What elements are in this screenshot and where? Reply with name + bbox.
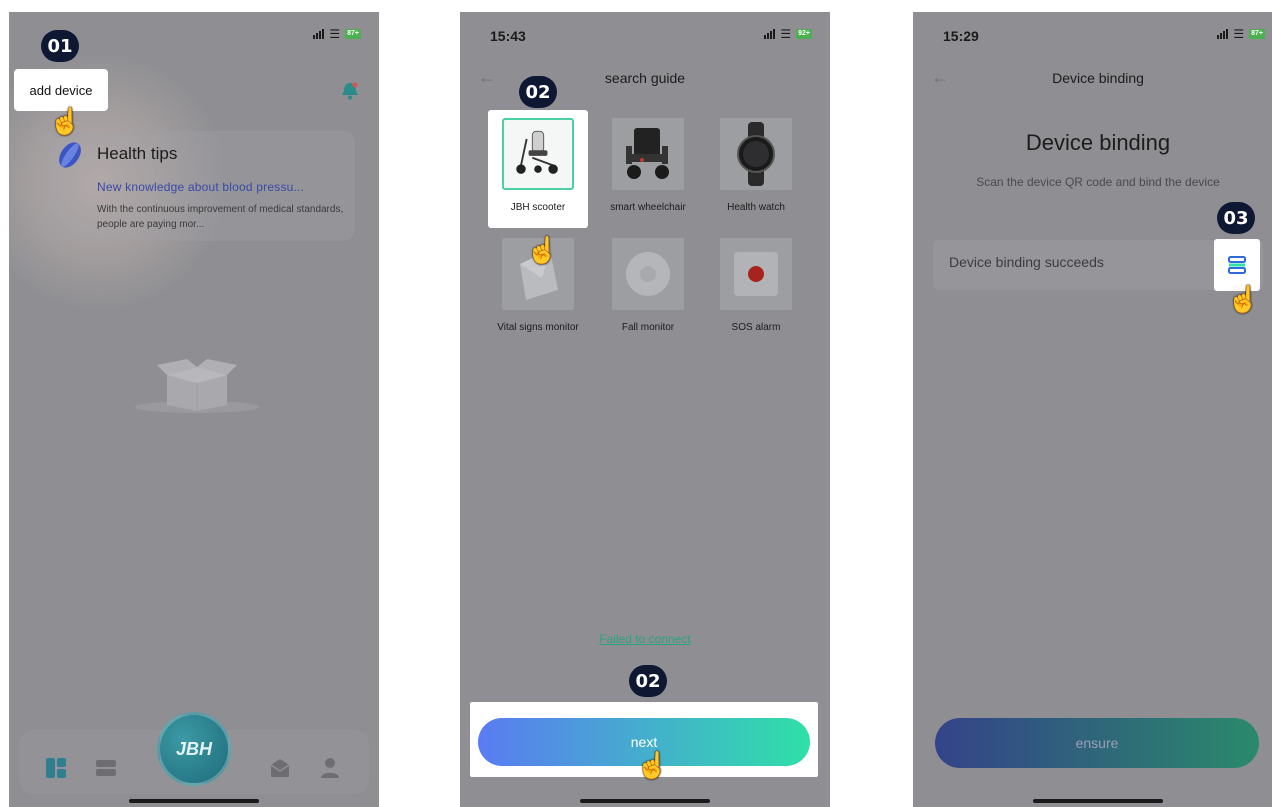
- tap-hand-icon: ☝: [49, 106, 82, 136]
- home-indicator: [129, 799, 259, 803]
- wifi-icon: ☰: [1233, 27, 1245, 41]
- status-time: 15:43: [490, 28, 526, 44]
- jbh-center-button[interactable]: JBH: [157, 712, 231, 786]
- health-tips-icon: [59, 142, 81, 168]
- phone-screen-search-guide: 15:43 ☰ 92+ ← search guide 02 JBH scoote…: [460, 12, 830, 807]
- device-option-watch[interactable]: Health watch: [706, 110, 806, 228]
- wifi-icon: ☰: [780, 27, 792, 41]
- wheelchair-image: [612, 118, 684, 190]
- scan-icon: [1228, 256, 1246, 274]
- message-icon[interactable]: [269, 757, 291, 779]
- device-option-fall-monitor[interactable]: Fall monitor: [598, 230, 698, 348]
- health-tips-title: Health tips: [97, 144, 178, 163]
- system-icons: ☰ 87+: [313, 27, 361, 41]
- binding-status-text: Device binding succeeds: [949, 254, 1104, 270]
- bell-icon[interactable]: [339, 80, 361, 102]
- step-badge: 02: [629, 665, 667, 697]
- signal-icon: [764, 29, 776, 39]
- home-indicator: [580, 799, 710, 803]
- add-device-button[interactable]: add device: [14, 69, 108, 111]
- tap-hand-icon: ☝: [1227, 284, 1260, 314]
- status-bar: 15:43 ☰ 92+: [460, 28, 830, 48]
- device-option-wheelchair[interactable]: smart wheelchair: [598, 110, 698, 228]
- health-tips-headline[interactable]: New knowledge about blood pressu...: [97, 180, 304, 194]
- device-label: SOS alarm: [731, 322, 781, 333]
- battery-icon: 92+: [796, 29, 812, 39]
- scooter-image: [502, 118, 574, 190]
- tap-hand-icon: ☝: [526, 235, 559, 265]
- wifi-icon: ☰: [329, 27, 341, 41]
- battery-icon: 87+: [1249, 29, 1265, 39]
- failed-to-connect-link[interactable]: Failed to connect: [460, 632, 830, 646]
- device-label: Vital signs monitor: [497, 322, 579, 333]
- health-tips-body: With the continuous improvement of medic…: [97, 204, 344, 230]
- device-option-sos-alarm[interactable]: SOS alarm: [706, 230, 806, 348]
- device-label: smart wheelchair: [610, 202, 686, 213]
- signal-icon: [1217, 29, 1229, 39]
- page-title: search guide: [604, 70, 686, 86]
- step-badge: 02: [519, 76, 557, 108]
- phone-screen-device-binding: 15:29 ☰ 87+ ← Device binding Device bind…: [913, 12, 1272, 807]
- profile-icon[interactable]: [319, 757, 341, 779]
- sos-alarm-image: [720, 238, 792, 310]
- system-icons: ☰ 92+: [764, 27, 812, 41]
- empty-box-illustration: [135, 359, 259, 413]
- status-bar: 15:29 ☰ 87+: [913, 28, 1272, 48]
- page-title: Device binding: [1052, 70, 1144, 86]
- signal-icon: [313, 29, 325, 39]
- binding-subtitle: Scan the device QR code and bind the dev…: [976, 175, 1220, 189]
- status-time: 15:29: [943, 28, 979, 44]
- device-option-scooter[interactable]: JBH scooter: [488, 110, 588, 228]
- fall-monitor-image: [612, 238, 684, 310]
- device-label: Health watch: [727, 202, 785, 213]
- home-icon[interactable]: [45, 757, 67, 779]
- binding-heading: Device binding: [1025, 130, 1171, 155]
- watch-image: [720, 118, 792, 190]
- ensure-button[interactable]: ensure: [935, 718, 1259, 768]
- phone-screen-home: ☰ 87+ 01 add device ☝ Health tips New kn…: [9, 12, 379, 807]
- home-indicator: [1033, 799, 1163, 803]
- devices-icon[interactable]: [95, 757, 117, 779]
- tap-hand-icon: ☝: [636, 750, 669, 780]
- battery-icon: 87+: [345, 29, 361, 39]
- step-badge: 01: [41, 30, 79, 62]
- step-badge: 03: [1217, 202, 1255, 234]
- device-label: Fall monitor: [621, 322, 675, 333]
- system-icons: ☰ 87+: [1217, 27, 1265, 41]
- device-label: JBH scooter: [510, 202, 566, 213]
